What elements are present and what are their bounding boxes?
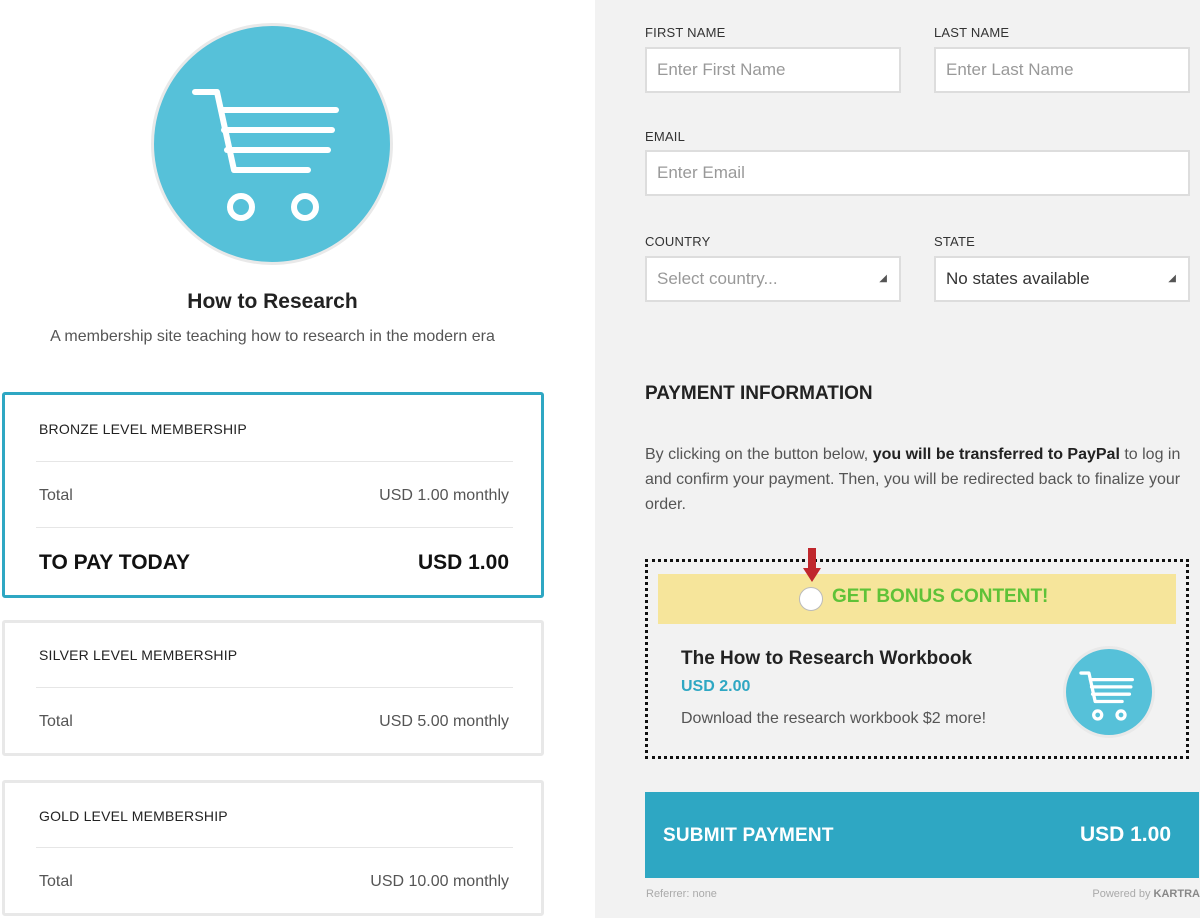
- country-label: COUNTRY: [645, 234, 711, 249]
- submit-payment-label: SUBMIT PAYMENT: [663, 825, 834, 846]
- pay-today-value: USD 1.00: [417, 551, 509, 574]
- submit-payment-button[interactable]: SUBMIT PAYMENT USD 1.00: [645, 792, 1199, 878]
- total-value: USD 1.00 monthly: [379, 487, 509, 504]
- shopping-cart-icon: [192, 89, 339, 221]
- divider: [36, 687, 513, 688]
- caret-down-icon: ◢: [879, 273, 887, 284]
- bonus-banner[interactable]: GET BONUS CONTENT!: [658, 548, 1176, 624]
- payment-info-text: By clicking on the button below, you wil…: [645, 442, 1190, 517]
- arrow-down-icon: [803, 548, 821, 582]
- product-summary-panel: How to Research A membership site teachi…: [0, 0, 595, 918]
- caret-down-icon: ◢: [1168, 273, 1176, 284]
- country-select-value: Select country...: [657, 269, 778, 288]
- bonus-product-title: The How to Research Workbook: [681, 648, 973, 669]
- last-name-field[interactable]: [934, 47, 1190, 93]
- plan-card-gold[interactable]: GOLD LEVEL MEMBERSHIP Total USD 10.00 mo…: [2, 780, 544, 916]
- checkout-form-panel: FIRST NAME LAST NAME EMAIL COUNTRY Selec…: [595, 0, 1200, 918]
- shopping-cart-icon: [1079, 671, 1134, 721]
- plan-name: GOLD LEVEL MEMBERSHIP: [39, 808, 228, 824]
- total-label: Total: [39, 873, 73, 890]
- submit-payment-amount: USD 1.00: [1079, 823, 1171, 846]
- plan-card-silver[interactable]: SILVER LEVEL MEMBERSHIP Total USD 5.00 m…: [2, 620, 544, 756]
- bonus-product-description: Download the research workbook $2 more!: [681, 710, 987, 727]
- email-field[interactable]: [645, 150, 1190, 196]
- divider: [36, 847, 513, 848]
- referrer-text: Referrer: none: [646, 888, 717, 900]
- pay-today-label: TO PAY TODAY: [39, 551, 190, 574]
- state-select-value: No states available: [946, 269, 1090, 288]
- state-select[interactable]: No states available ◢: [934, 256, 1190, 302]
- total-label: Total: [39, 713, 73, 730]
- plan-name: SILVER LEVEL MEMBERSHIP: [39, 647, 238, 663]
- divider: [36, 527, 513, 528]
- bonus-banner-text: GET BONUS CONTENT!: [832, 586, 1049, 607]
- first-name-label: FIRST NAME: [645, 25, 726, 40]
- product-logo: [151, 23, 393, 265]
- total-value: USD 10.00 monthly: [370, 873, 509, 890]
- state-label: STATE: [934, 234, 975, 249]
- first-name-field[interactable]: [645, 47, 901, 93]
- site-title: How to Research: [187, 290, 358, 313]
- bonus-product-image: [1063, 646, 1155, 738]
- last-name-label: LAST NAME: [934, 25, 1010, 40]
- payment-info-bold: you will be transferred to PayPal: [872, 446, 1120, 463]
- bonus-checkbox[interactable]: [799, 587, 823, 611]
- powered-by-prefix: Powered by: [1092, 888, 1154, 900]
- total-label: Total: [39, 487, 73, 504]
- email-label: EMAIL: [645, 129, 686, 144]
- divider: [36, 461, 513, 462]
- total-value: USD 5.00 monthly: [379, 713, 509, 730]
- powered-by-text: Powered by KARTRA: [1092, 888, 1200, 900]
- site-description: A membership site teaching how to resear…: [50, 328, 495, 345]
- powered-by-brand[interactable]: KARTRA: [1154, 888, 1200, 900]
- country-select[interactable]: Select country... ◢: [645, 256, 901, 302]
- payment-info-prefix: By clicking on the button below,: [645, 446, 873, 463]
- plan-name: BRONZE LEVEL MEMBERSHIP: [39, 421, 247, 437]
- plan-card-bronze[interactable]: BRONZE LEVEL MEMBERSHIP Total USD 1.00 m…: [2, 392, 544, 598]
- bonus-offer-box: GET BONUS CONTENT! The How to Research W…: [645, 548, 1189, 759]
- payment-info-heading: PAYMENT INFORMATION: [645, 383, 873, 404]
- bonus-product-price: USD 2.00: [681, 678, 751, 695]
